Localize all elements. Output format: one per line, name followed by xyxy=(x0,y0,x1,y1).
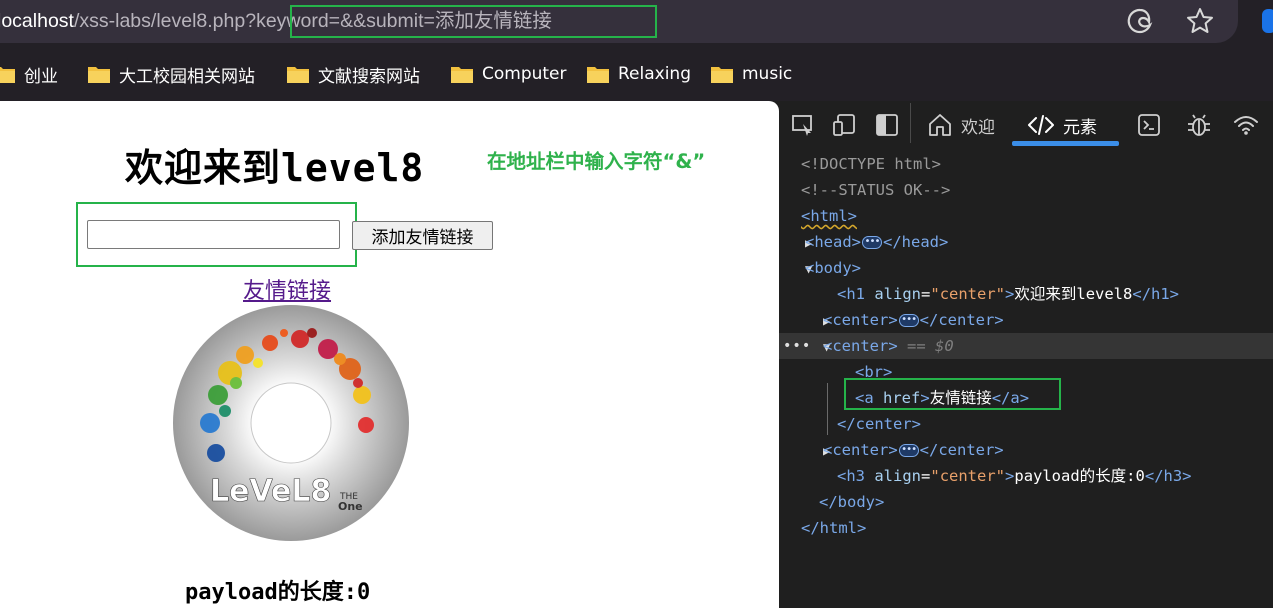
selected-node-marker: == $0 xyxy=(907,337,954,355)
device-emulation-icon[interactable] xyxy=(832,112,858,138)
url-host: localhost xyxy=(0,10,74,32)
svg-text:LeVeL8: LeVeL8 xyxy=(210,474,331,509)
body-close-tag: </body> xyxy=(819,493,885,511)
doctype-node: <!DOCTYPE html> xyxy=(801,155,941,173)
web-page: 欢迎来到level8 在地址栏中输入字符“&” 添加友情链接 友情链接 LeVe… xyxy=(0,101,779,608)
dom-line[interactable]: ▶<head> ••• </head> xyxy=(779,229,1273,255)
dom-line[interactable]: <!--STATUS OK--> xyxy=(779,177,1273,203)
dom-line[interactable]: ▼<body> xyxy=(779,255,1273,281)
center-open-tag: <center> xyxy=(823,337,898,355)
folder-icon xyxy=(287,67,309,83)
collapsed-ellipsis-icon[interactable]: ••• xyxy=(862,236,882,249)
home-icon xyxy=(929,114,951,136)
friend-link[interactable]: 友情链接 xyxy=(243,273,331,305)
collapsed-ellipsis-icon[interactable]: ••• xyxy=(898,444,919,457)
folder-icon xyxy=(587,67,609,83)
devtools-panel: 欢迎 元素 <!DOCTYPE html> <!--STATUS OK--> <… xyxy=(779,101,1273,608)
dom-line[interactable]: </body> xyxy=(779,489,1273,515)
comment-node: <!--STATUS OK--> xyxy=(801,181,951,199)
dock-side-icon[interactable] xyxy=(874,112,900,138)
head-open-tag: <head> xyxy=(805,233,861,251)
dom-line[interactable]: ▶<center> ••• </center> xyxy=(779,437,1273,463)
tab-elements[interactable]: 元素 xyxy=(1027,111,1097,139)
bookmark-label: 文献搜索网站 xyxy=(318,66,420,87)
html-open-tag: <html> xyxy=(801,207,857,225)
bookmark-folder-literature[interactable]: 文献搜索网站 xyxy=(286,61,420,87)
page-title: 欢迎来到level8 xyxy=(125,146,425,190)
dom-line[interactable]: </html> xyxy=(779,515,1273,541)
body-open-tag: <body> xyxy=(805,259,861,277)
bookmark-folder-music[interactable]: music xyxy=(710,61,792,87)
tab-welcome-label: 欢迎 xyxy=(961,117,995,138)
bookmark-folder-chuangye[interactable]: 创业 xyxy=(0,61,58,87)
h3-open-tag: <h3 xyxy=(837,467,865,485)
dom-line[interactable]: <h3 align="center">payload的长度:0</h3> xyxy=(779,463,1273,489)
dom-line[interactable]: <html> xyxy=(779,203,1273,229)
h1-close-tag: </h1> xyxy=(1132,285,1180,303)
center-close-tag: </center> xyxy=(837,415,921,433)
attr-value: "center" xyxy=(930,467,1006,485)
folder-icon xyxy=(0,67,15,83)
url-highlight-box xyxy=(290,5,657,38)
attr-name: align xyxy=(874,467,922,485)
devtools-toolbar: 欢迎 元素 xyxy=(779,101,1273,149)
toolbar-divider xyxy=(910,103,911,143)
attr-name: align xyxy=(874,285,922,303)
expand-triangle-icon[interactable]: ▶ xyxy=(779,438,830,464)
bookmark-label: music xyxy=(742,64,793,84)
favorite-star-icon[interactable] xyxy=(1185,6,1215,36)
h1-open-tag: <h1 xyxy=(837,285,865,303)
bookmark-label: 创业 xyxy=(24,66,58,87)
annotation-note: 在地址栏中输入字符“&” xyxy=(487,150,706,173)
attr-value: "center" xyxy=(930,285,1006,303)
dom-line[interactable]: ▶<center> ••• </center> xyxy=(779,307,1273,333)
center-close-tag: </center> xyxy=(919,441,1004,459)
add-link-button[interactable]: 添加友情链接 xyxy=(352,221,493,250)
bookmark-folder-relaxing[interactable]: Relaxing xyxy=(586,61,691,87)
tab-welcome[interactable]: 欢迎 xyxy=(927,111,995,139)
payload-length-text: payload的长度:0 xyxy=(185,580,371,605)
expand-triangle-icon[interactable]: ▶ xyxy=(779,230,812,256)
browser-top-bar: localhost/xss-labs/level8.php?keyword=&&… xyxy=(0,0,1273,47)
collapse-triangle-icon[interactable]: ▼ xyxy=(779,256,812,282)
active-tab-indicator xyxy=(1012,141,1119,146)
bookmark-folder-campus[interactable]: 大工校园相关网站 xyxy=(87,61,255,87)
bug-icon[interactable] xyxy=(1186,112,1212,138)
code-brackets-icon xyxy=(1028,115,1054,135)
network-wifi-icon[interactable] xyxy=(1233,112,1259,138)
dom-line[interactable]: </center> xyxy=(779,411,1273,437)
more-actions-icon[interactable]: ••• xyxy=(783,333,811,359)
bookmark-label: Computer xyxy=(482,64,567,84)
bookmark-label: 大工校园相关网站 xyxy=(119,66,255,87)
center-open-tag: <center> xyxy=(823,441,898,459)
folder-icon xyxy=(88,67,110,83)
anchor-highlight-box xyxy=(844,378,1061,410)
center-open-tag: <center> xyxy=(823,311,898,329)
console-icon[interactable] xyxy=(1136,112,1162,138)
h3-close-tag: </h3> xyxy=(1144,467,1192,485)
profile-badge[interactable] xyxy=(1262,9,1273,33)
bookmark-folder-computer[interactable]: Computer xyxy=(450,61,567,87)
level8-disc-image: LeVeL8 THE One xyxy=(173,305,409,541)
bookmarks-bar: 创业 大工校园相关网站 文献搜索网站 Computer Relaxing mus… xyxy=(0,47,1273,101)
keyword-input[interactable] xyxy=(87,220,340,249)
h3-text: payload的长度:0 xyxy=(1014,467,1145,485)
svg-text:One: One xyxy=(338,500,363,513)
dom-line[interactable]: <!DOCTYPE html> xyxy=(779,151,1273,177)
html-close-tag: </html> xyxy=(801,519,867,537)
head-close-tag: </head> xyxy=(883,233,949,251)
bookmark-label: Relaxing xyxy=(618,64,691,84)
expand-triangle-icon[interactable]: ▶ xyxy=(779,308,830,334)
collapsed-ellipsis-icon[interactable]: ••• xyxy=(898,314,919,327)
folder-icon xyxy=(451,67,473,83)
folder-icon xyxy=(711,67,733,83)
dom-line[interactable]: <h1 align="center">欢迎来到level8</h1> xyxy=(779,281,1273,307)
dom-line-selected[interactable]: ••• ▼<center> == $0 xyxy=(779,333,1273,359)
edge-copilot-icon[interactable] xyxy=(1125,6,1155,36)
tab-elements-label: 元素 xyxy=(1063,117,1097,138)
h1-text: 欢迎来到level8 xyxy=(1014,285,1133,303)
center-close-tag: </center> xyxy=(919,311,1004,329)
inspect-element-icon[interactable] xyxy=(790,112,816,138)
